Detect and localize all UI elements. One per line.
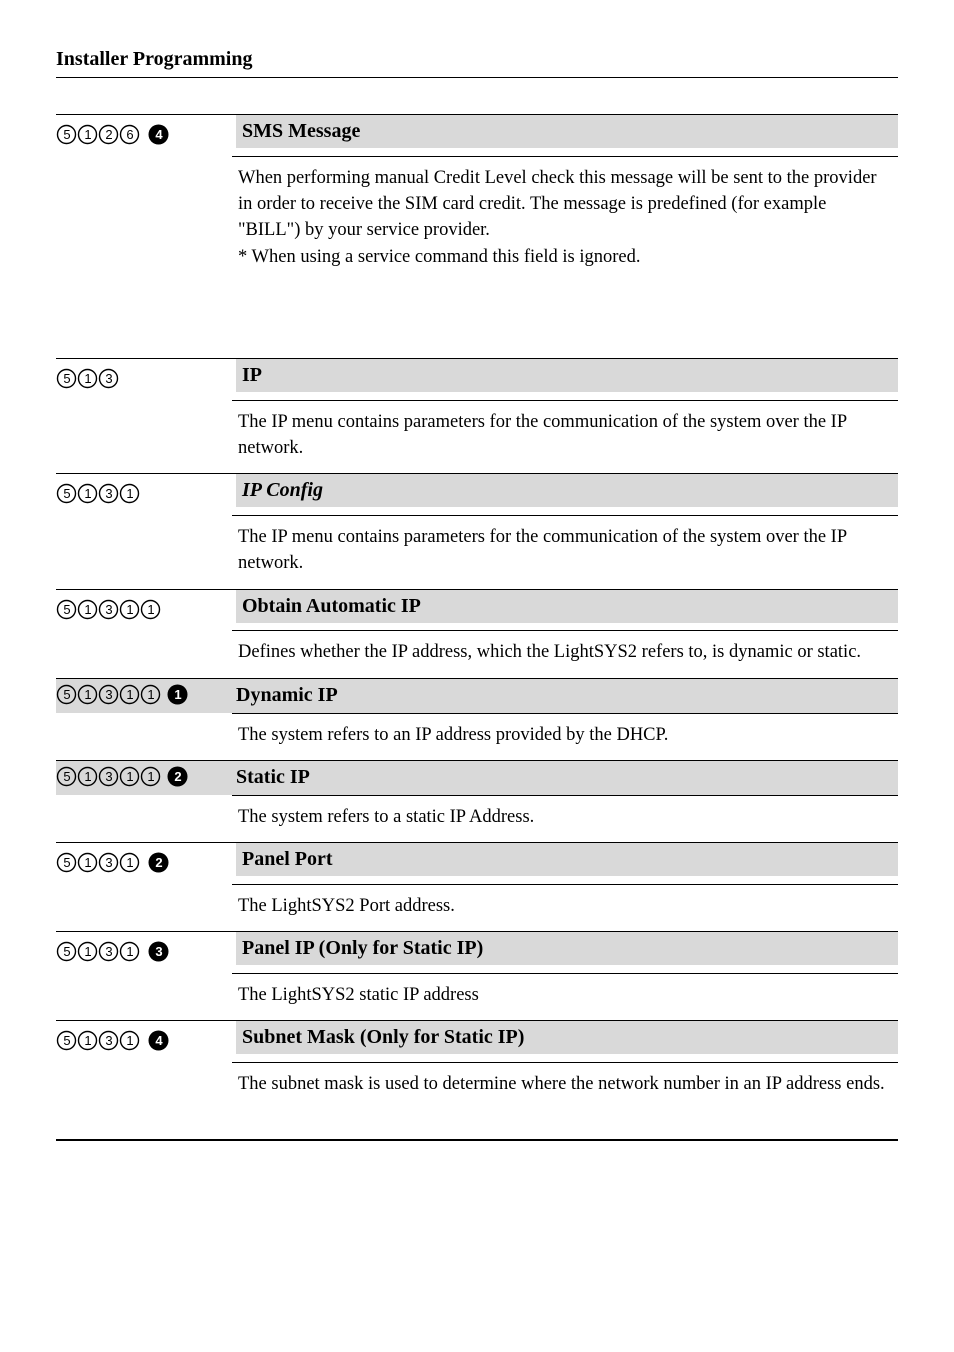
circled-5-icon [56,941,77,962]
section-heading: Subnet Mask (Only for Static IP) [236,1021,898,1054]
black-circled-1-icon [167,684,188,705]
menu-code [56,115,236,156]
table-row: Subnet Mask (Only for Static IP) The subn… [56,1020,898,1109]
section-body-text: When performing manual Credit Level chec… [232,156,898,282]
table-row: Dynamic IP The system refers to an IP add… [56,678,898,760]
circled-3-icon [98,684,119,705]
menu-code [56,843,236,884]
table-row: IP Config The IP menu contains parameter… [56,473,898,588]
circled-5-icon [56,124,77,145]
circled-5-icon [56,1030,77,1051]
circled-6-icon [119,124,140,145]
circled-1-icon [77,368,98,389]
section-heading: Static IP [56,761,898,795]
circled-1-icon [119,1030,140,1051]
circled-1-icon [140,599,161,620]
circled-1-icon [119,941,140,962]
section-body-text: The subnet mask is used to determine whe… [232,1062,898,1109]
circled-5-icon [56,483,77,504]
table-row: Obtain Automatic IP Defines whether the I… [56,589,898,678]
circled-1-icon [77,684,98,705]
section-body-text: The IP menu contains parameters for the … [232,400,898,474]
circled-3-icon [98,1030,119,1051]
circled-1-icon [119,766,140,787]
menu-code [56,684,232,708]
circled-1-icon [119,852,140,873]
circled-5-icon [56,684,77,705]
circled-1-icon [140,684,161,705]
black-circled-3-icon [148,941,169,962]
table-row: Panel Port The LightSYS2 Port address. [56,842,898,931]
circled-1-icon [119,483,140,504]
circled-5-icon [56,766,77,787]
circled-3-icon [98,483,119,504]
section-body-text: Defines whether the IP address, which th… [232,630,898,677]
circled-1-icon [119,599,140,620]
circled-1-icon [77,124,98,145]
page-header-title: Installer Programming [56,48,898,71]
menu-code [56,766,232,790]
circled-3-icon [98,941,119,962]
footer-rule [56,1139,898,1141]
section-heading: Panel Port [236,843,898,876]
menu-code [56,359,236,400]
header-rule [56,77,898,78]
circled-3-icon [98,766,119,787]
circled-3-icon [98,368,119,389]
table-row: Panel IP (Only for Static IP) The LightSY… [56,931,898,1020]
section-heading-label: Dynamic IP [236,684,338,707]
table-row: IP The IP menu contains parameters for th… [56,358,898,473]
menu-code [56,1021,236,1062]
black-circled-4-icon [148,1030,169,1051]
black-circled-2-icon [167,766,188,787]
circled-1-icon [119,684,140,705]
black-circled-4-icon [148,124,169,145]
section-heading-label: Static IP [236,766,310,789]
section-body-text: The LightSYS2 Port address. [232,884,898,931]
black-circled-2-icon [148,852,169,873]
section-heading: Obtain Automatic IP [236,590,898,623]
circled-1-icon [77,483,98,504]
section-heading: IP Config [236,474,898,507]
section-sms-message: SMS Message When performing manual Credi… [56,114,898,282]
section-body-text: The system refers to an IP address provi… [232,713,898,760]
section-heading: Panel IP (Only for Static IP) [236,932,898,965]
section-body-text: The IP menu contains parameters for the … [232,515,898,589]
circled-1-icon [77,941,98,962]
circled-1-icon [140,766,161,787]
menu-code [56,590,236,631]
table-row: Static IP The system refers to a static I… [56,760,898,842]
circled-1-icon [77,599,98,620]
section-body-text: The system refers to a static IP Address… [232,795,898,842]
circled-2-icon [98,124,119,145]
section-heading: Dynamic IP [56,679,898,713]
section-heading: SMS Message [236,115,898,148]
circled-1-icon [77,766,98,787]
circled-1-icon [77,852,98,873]
section-heading: IP [236,359,898,392]
circled-3-icon [98,852,119,873]
rows-container: IP The IP menu contains parameters for th… [56,358,898,1109]
menu-code [56,932,236,973]
circled-5-icon [56,599,77,620]
circled-1-icon [77,1030,98,1051]
menu-code [56,474,236,515]
circled-5-icon [56,852,77,873]
circled-3-icon [98,599,119,620]
section-body-text: The LightSYS2 static IP address [232,973,898,1020]
circled-5-icon [56,368,77,389]
